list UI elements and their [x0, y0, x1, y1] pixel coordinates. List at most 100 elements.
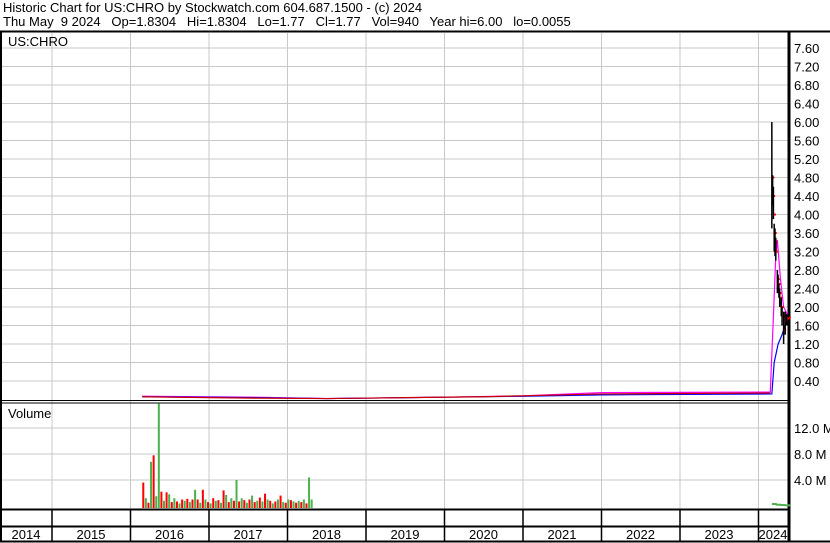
- price-tick-label: 6.80: [794, 78, 819, 93]
- volume-bar: [160, 491, 163, 508]
- volume-bar: [302, 499, 305, 508]
- volume-bar: [308, 477, 311, 508]
- price-tick-label: 1.20: [794, 337, 819, 352]
- volume-bar: [235, 480, 238, 508]
- volume-bar: [147, 502, 150, 508]
- volume-bar: [225, 494, 228, 508]
- volume-bar: [227, 502, 230, 508]
- volume-bar: [175, 501, 178, 508]
- grid: [0, 32, 830, 543]
- close-tick: [776, 250, 779, 253]
- volume-axis-ticks: 4.0 M 8.0 M 12.0 M: [794, 421, 830, 488]
- volume-bar: [214, 500, 217, 508]
- volume-bar: [232, 500, 235, 508]
- volume-bar: [152, 455, 155, 508]
- price-tick-label: 6.40: [794, 97, 819, 112]
- volume-bar: [256, 500, 259, 508]
- volume-bar: [269, 500, 272, 508]
- volume-bar: [191, 499, 194, 508]
- volume-bar: [295, 502, 298, 508]
- year-tick-label: 2016: [155, 527, 184, 542]
- volume-bar: [258, 497, 261, 508]
- volume-bar: [248, 499, 251, 508]
- price-tick-label: 0.80: [794, 356, 819, 371]
- volume-tick-label: 4.0 M: [794, 473, 827, 488]
- price-tick-label: 2.40: [794, 282, 819, 297]
- volume-bar: [170, 502, 173, 508]
- year-tick-label: 2014: [12, 527, 41, 542]
- volume-bar: [183, 500, 186, 508]
- volume-bar: [266, 499, 269, 508]
- price-tick-label: 6.00: [794, 115, 819, 130]
- volume-bar: [282, 502, 285, 508]
- price-tick-label: 4.00: [794, 208, 819, 223]
- chart-marks: [142, 122, 791, 508]
- volume-bar: [212, 498, 215, 508]
- price-tick-label: 4.40: [794, 189, 819, 204]
- volume-tick-label: 12.0 M: [794, 421, 830, 436]
- volume-bar: [276, 499, 279, 508]
- price-volume-chart: US:CHRO Volume 0.40 0.80 1.20 1.60 2.00 2.40 2…: [0, 30, 830, 543]
- volume-bar: [194, 489, 197, 508]
- volume-bar: [289, 500, 292, 508]
- volume-bar: [264, 493, 267, 508]
- price-tick-label: 7.20: [794, 60, 819, 75]
- chart-window: Historic Chart for US:CHRO by Stockwatch…: [0, 0, 830, 543]
- ma-short-line: [142, 239, 789, 400]
- volume-bar: [297, 500, 300, 508]
- volume-bar: [305, 503, 308, 508]
- volume-bar: [261, 501, 264, 508]
- volume-tick-label: 8.0 M: [794, 447, 827, 462]
- year-tick-label: 2022: [626, 527, 655, 542]
- close-tick: [788, 316, 791, 319]
- year-tick-label: 2017: [234, 527, 263, 542]
- volume-bar: [204, 499, 207, 508]
- price-tick-label: 4.80: [794, 171, 819, 186]
- volume-bar: [253, 502, 256, 508]
- volume-bar: [162, 500, 165, 508]
- volume-bar: [222, 490, 225, 508]
- price-tick-label: 5.20: [794, 152, 819, 167]
- price-tick-label: 2.00: [794, 300, 819, 315]
- volume-bar: [251, 495, 254, 508]
- volume-bar: [240, 498, 243, 508]
- volume-bar: [199, 502, 202, 508]
- price-tick-label: 7.60: [794, 41, 819, 56]
- volume-bar: [780, 504, 786, 507]
- volume-bar: [310, 499, 313, 508]
- volume-bar: [785, 504, 791, 507]
- volume-bar: [292, 501, 295, 508]
- symbol-label: US:CHRO: [8, 34, 68, 49]
- close-tick: [773, 213, 776, 216]
- volume-bar: [178, 503, 181, 508]
- volume-bar: [144, 498, 147, 508]
- volume-bar: [287, 499, 290, 508]
- volume-bar: [157, 403, 160, 508]
- year-tick-label: 2019: [391, 527, 420, 542]
- year-tick-label: 2024: [759, 527, 788, 542]
- volume-bar: [271, 503, 274, 508]
- volume-bar: [165, 492, 168, 508]
- volume-bar: [245, 502, 248, 508]
- volume-bar: [181, 499, 184, 508]
- year-tick-label: 2021: [548, 527, 577, 542]
- volume-bar: [155, 496, 158, 508]
- volume-bar: [142, 482, 145, 508]
- volume-label: Volume: [8, 406, 51, 421]
- volume-bar: [279, 495, 282, 508]
- price-tick-label: 5.60: [794, 134, 819, 149]
- year-tick-label: 2023: [705, 527, 734, 542]
- volume-bar: [230, 498, 233, 508]
- volume-bar: [217, 500, 220, 508]
- year-tick-label: 2015: [77, 527, 106, 542]
- volume-bar: [173, 498, 176, 508]
- volume-bar: [219, 502, 222, 508]
- volume-bar: [150, 461, 153, 508]
- volume-bar: [207, 502, 210, 508]
- volume-bar: [284, 502, 287, 508]
- volume-bar: [186, 498, 189, 508]
- volume-bar: [238, 501, 241, 508]
- year-tick-label: 2018: [312, 527, 341, 542]
- price-tick-label: 0.40: [794, 374, 819, 389]
- price-tick-label: 3.20: [794, 245, 819, 260]
